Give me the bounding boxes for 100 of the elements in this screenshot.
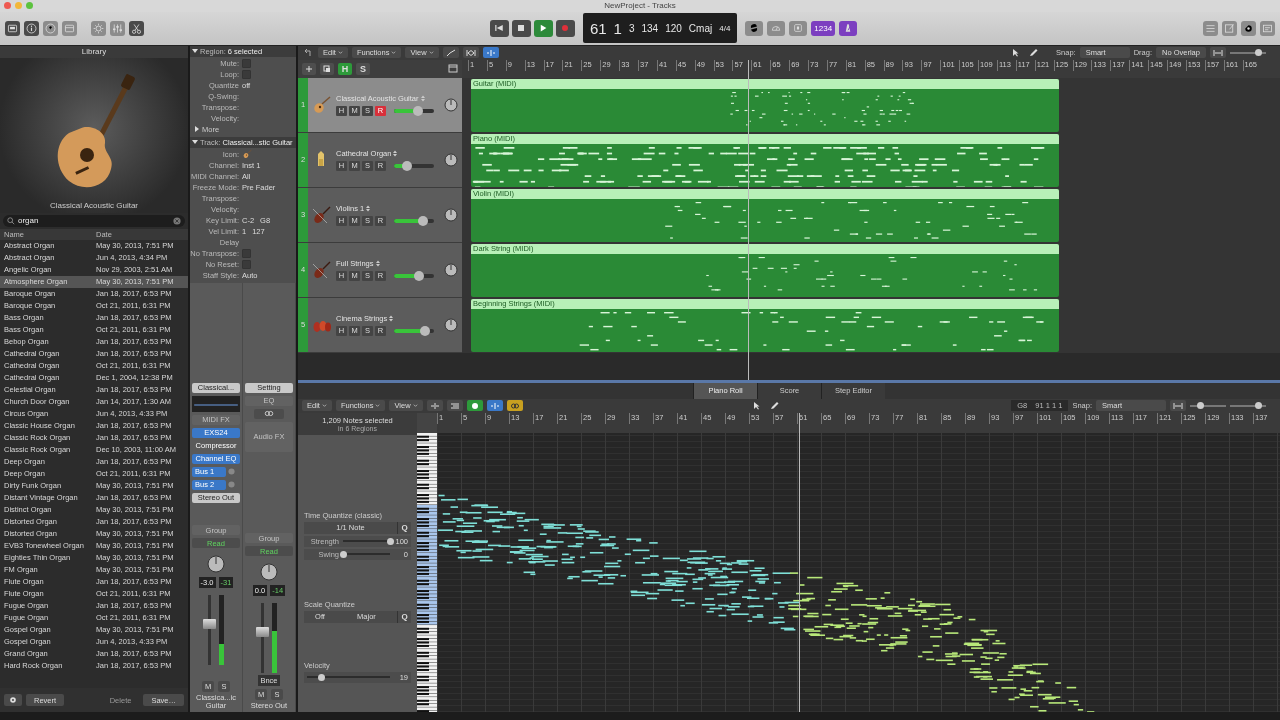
play-button[interactable]: [533, 19, 553, 37]
search-icon: [7, 216, 15, 225]
help-button[interactable]: [43, 20, 58, 36]
zoom-fit-button[interactable]: [1170, 400, 1186, 412]
scissors-icon: [130, 21, 143, 35]
lcd-value: 61: [589, 19, 607, 37]
violin-icon[interactable]: [311, 204, 333, 225]
back-icon[interactable]: [302, 48, 314, 58]
catch-button[interactable]: [486, 400, 503, 412]
rewind-button[interactable]: [489, 19, 509, 37]
slider-handle[interactable]: [386, 537, 394, 545]
lcd-value: 1: [613, 19, 622, 37]
quantize-button[interactable]: Q: [397, 521, 411, 534]
search-input[interactable]: organ: [18, 216, 170, 226]
quantize-button[interactable]: Q: [397, 610, 411, 623]
scissors-button[interactable]: [129, 20, 144, 36]
volume-handle[interactable]: [418, 215, 429, 226]
slider-handle[interactable]: [1255, 402, 1263, 410]
updown-arrows-icon[interactable]: [393, 149, 398, 157]
velocity-slider[interactable]: [307, 676, 390, 679]
library-button[interactable]: [5, 20, 20, 36]
guitar-icon[interactable]: [311, 94, 333, 115]
fader-handle[interactable]: [256, 627, 269, 638]
gear-icon: [92, 21, 105, 35]
midi-in-button[interactable]: [466, 400, 483, 412]
lcd-display[interactable]: 61 1 3 134 120 Cmaj 4/4: [582, 13, 738, 44]
link-button[interactable]: [254, 408, 284, 419]
collapse-button[interactable]: [426, 400, 443, 412]
info-icon: [25, 21, 38, 35]
updown-arrows-icon[interactable]: [389, 314, 394, 322]
violin-icon[interactable]: [311, 259, 333, 280]
updown-arrows-icon[interactable]: [375, 259, 380, 267]
volume-handle[interactable]: [413, 105, 423, 116]
zoom-slider[interactable]: [1230, 51, 1266, 54]
circle-icon: [469, 401, 480, 410]
settings-button[interactable]: [4, 694, 22, 706]
clear-icon[interactable]: [173, 216, 181, 225]
volume-slider[interactable]: [394, 108, 434, 113]
caret-icon: [391, 50, 397, 56]
checkbox[interactable]: [242, 58, 251, 68]
updown-arrows-icon[interactable]: [366, 204, 371, 212]
pan-knob[interactable]: [444, 152, 458, 167]
window-title: NewProject - Tracks: [604, 1, 676, 10]
cycle-button[interactable]: [745, 20, 764, 36]
lcd-value: 134: [641, 22, 659, 34]
playhead-line[interactable]: [747, 59, 749, 380]
link-button[interactable]: [506, 400, 523, 412]
zoom-slider[interactable]: [1190, 404, 1226, 407]
zoom-fit-button[interactable]: [1210, 47, 1226, 59]
stop-button[interactable]: [511, 19, 531, 37]
mixer-icon: [111, 21, 124, 35]
caret-icon: [321, 403, 327, 409]
volume-handle[interactable]: [413, 270, 424, 281]
volume-handle[interactable]: [402, 160, 413, 171]
fader-handle[interactable]: [203, 619, 216, 630]
pan-knob[interactable]: [259, 562, 279, 582]
caret-icon: [412, 403, 418, 409]
count-in-button[interactable]: 1234: [811, 20, 836, 36]
slider-handle[interactable]: [339, 550, 347, 558]
search-field[interactable]: organ: [3, 214, 185, 227]
pan-knob[interactable]: [444, 317, 458, 332]
guitar-icon[interactable]: [242, 149, 252, 160]
add-track-button[interactable]: [302, 62, 316, 75]
slider-handle[interactable]: [1197, 402, 1205, 410]
pan-knob[interactable]: [444, 262, 458, 277]
swing-slider[interactable]: [343, 553, 390, 556]
duplicate-track-button[interactable]: [320, 62, 334, 75]
slider-handle[interactable]: [1254, 49, 1262, 57]
catch-button[interactable]: [482, 47, 499, 59]
disclosure-triangle-icon[interactable]: [192, 48, 198, 55]
record-button[interactable]: [555, 19, 575, 37]
notepad-icon: [1223, 21, 1236, 35]
zoom-slider[interactable]: [1230, 404, 1266, 407]
metronome-button[interactable]: [839, 20, 858, 36]
header-toggle-button[interactable]: S: [356, 62, 370, 75]
duplicate-icon: [323, 64, 331, 73]
pan-knob[interactable]: [206, 554, 226, 574]
link-icon: [264, 410, 274, 418]
slider-handle[interactable]: [317, 673, 325, 681]
pan-knob[interactable]: [444, 207, 458, 222]
volume-slider[interactable]: [394, 273, 434, 278]
checkbox[interactable]: [242, 248, 251, 258]
list-button[interactable]: [446, 400, 463, 412]
volume-slider[interactable]: [394, 163, 434, 168]
lcd-value: Cmaj: [688, 22, 713, 34]
link-icon: [509, 401, 520, 410]
volume-slider[interactable]: [394, 328, 434, 333]
list-icon: [449, 401, 460, 410]
pan-knob[interactable]: [444, 97, 458, 112]
loops-button[interactable]: [1241, 20, 1256, 36]
checkbox[interactable]: [242, 259, 251, 269]
checkbox[interactable]: [242, 69, 251, 79]
volume-handle[interactable]: [420, 325, 431, 336]
automation-button[interactable]: [442, 47, 459, 59]
info-button[interactable]: [24, 20, 39, 36]
lcd-value: 120: [665, 22, 682, 34]
volume-slider[interactable]: [394, 218, 434, 223]
plus-icon: [305, 64, 313, 73]
flex-button[interactable]: [462, 47, 479, 59]
eq-display[interactable]: [192, 395, 240, 412]
